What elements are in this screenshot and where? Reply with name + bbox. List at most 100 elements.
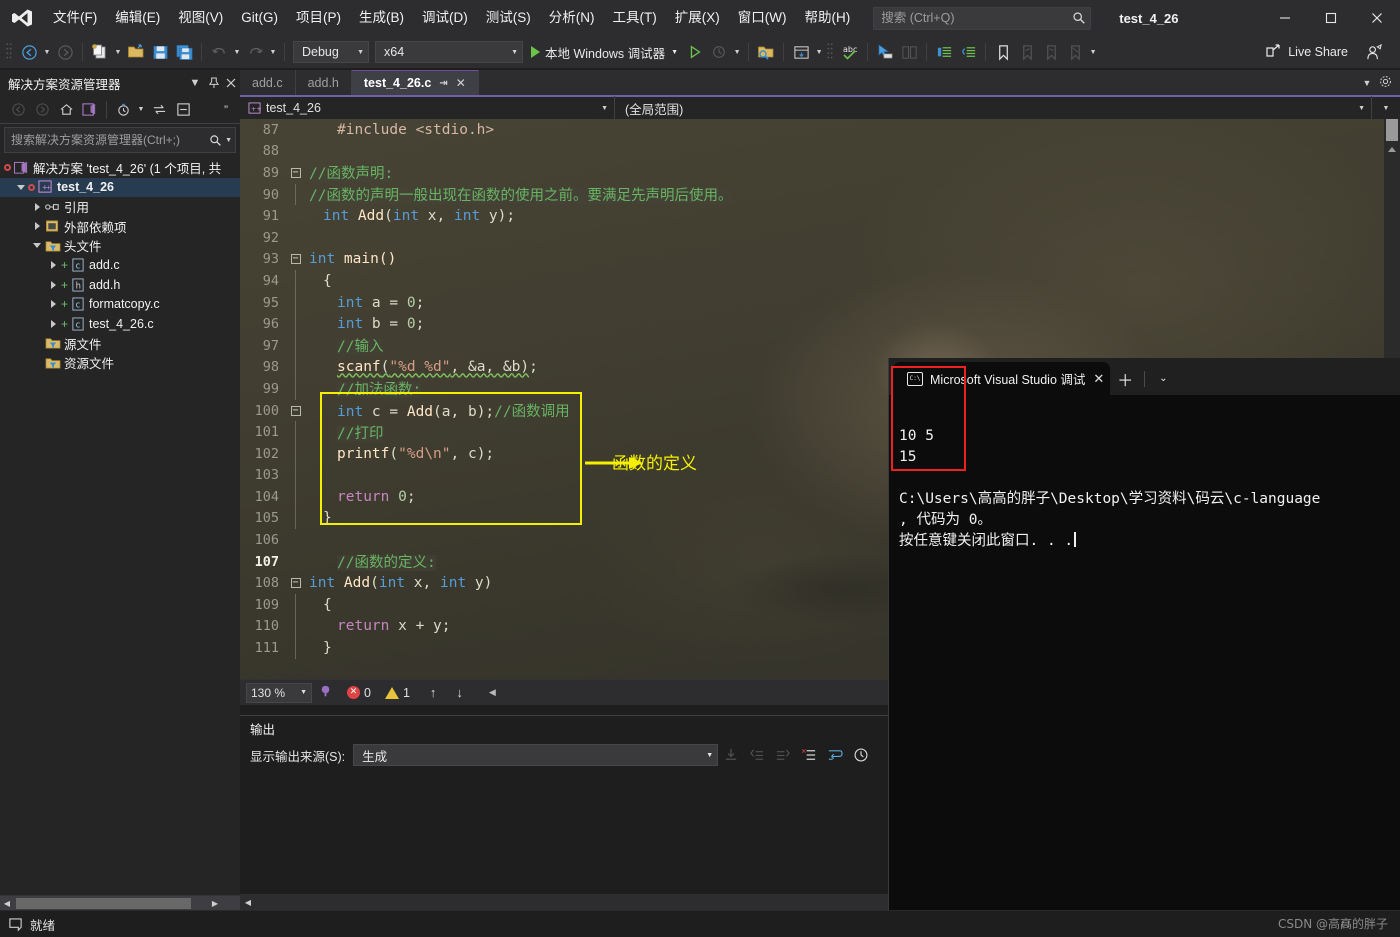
fold-collapse-icon[interactable]: −: [288, 405, 303, 416]
code-line[interactable]: 92: [240, 227, 1400, 249]
menu-project[interactable]: 项目(P): [287, 0, 350, 36]
fold-collapse-icon[interactable]: −: [288, 254, 303, 265]
tree-item-references[interactable]: 引用: [0, 197, 240, 217]
code-line[interactable]: 95 int a = 0;: [240, 291, 1400, 314]
expander-collapsed-icon[interactable]: [46, 280, 60, 289]
save-icon[interactable]: [148, 40, 172, 64]
code-line[interactable]: 97 //输入: [240, 334, 1400, 357]
solution-configuration-combo[interactable]: Debug ▼: [293, 41, 369, 63]
zoom-selector[interactable]: 130 % ▼: [246, 682, 312, 703]
menu-help[interactable]: 帮助(H): [795, 0, 859, 36]
intellisense-icon[interactable]: [318, 684, 333, 702]
tree-item-external-dependencies[interactable]: 外部依赖项: [0, 217, 240, 237]
menu-tools[interactable]: 工具(T): [604, 0, 666, 36]
code-line[interactable]: 87 #include <stdio.h>: [240, 119, 1400, 141]
word-wrap-icon[interactable]: [822, 743, 848, 767]
new-item-dropdown-icon[interactable]: ▼: [112, 40, 124, 64]
scrollbar-thumb[interactable]: [16, 897, 191, 909]
tab-list-dropdown-icon[interactable]: ▼: [1358, 78, 1376, 88]
navbar-project-selector[interactable]: ++ test_4_26 ▼: [240, 96, 615, 120]
output-source-combo[interactable]: 生成 ▼: [353, 744, 719, 766]
clear-all-icon[interactable]: ✕: [796, 743, 822, 767]
navbar-overflow-icon[interactable]: ▼: [1372, 105, 1400, 112]
console-output[interactable]: 10 5 15 C:\Users\高高的胖子\Desktop\学习资料\码云\c…: [889, 395, 1400, 910]
menu-extensions[interactable]: 扩展(X): [666, 0, 729, 36]
code-line[interactable]: 94 {: [240, 270, 1400, 292]
attach-dropdown-icon[interactable]: ▼: [731, 40, 743, 64]
code-line[interactable]: 88: [240, 141, 1400, 163]
collapse-all-icon[interactable]: [171, 99, 195, 121]
error-count-group[interactable]: ✕ 0: [347, 686, 371, 700]
redo-icon[interactable]: [243, 40, 267, 64]
navigate-back-dropdown-icon[interactable]: ▼: [41, 40, 53, 64]
send-feedback-icon[interactable]: [1362, 40, 1386, 64]
solution-search-box[interactable]: ▼: [4, 127, 236, 153]
editor-tab-test-4-26-c[interactable]: test_4_26.c ⇥ ✕: [351, 70, 479, 95]
chevron-down-icon[interactable]: ⌄: [1149, 362, 1177, 395]
save-all-icon[interactable]: [172, 40, 196, 64]
pin-icon[interactable]: [204, 73, 222, 93]
open-file-icon[interactable]: [124, 40, 148, 64]
menu-file[interactable]: 文件(F): [44, 0, 106, 36]
navbar-scope-selector[interactable]: (全局范围) ▼: [615, 96, 1372, 120]
goto-message-icon[interactable]: [718, 743, 744, 767]
toolbar-grip[interactable]: [825, 42, 835, 62]
compare-icon[interactable]: [897, 40, 921, 64]
spell-check-icon[interactable]: abc: [838, 40, 862, 64]
overflow-icon[interactable]: ”: [214, 99, 238, 121]
folder-search-icon[interactable]: [754, 40, 778, 64]
arrow-left-icon[interactable]: ◀: [489, 687, 496, 698]
chevron-down-icon[interactable]: ▼: [135, 98, 147, 122]
navigate-forward-icon[interactable]: [53, 40, 77, 64]
undo-dropdown-icon[interactable]: ▼: [231, 40, 243, 64]
scroll-right-icon[interactable]: ▶: [208, 899, 222, 908]
code-line[interactable]: 93− int main(): [240, 249, 1400, 271]
toggle-timestamp-icon[interactable]: [848, 743, 874, 767]
tab-settings-icon[interactable]: [1376, 75, 1394, 90]
fold-collapse-icon[interactable]: −: [288, 578, 303, 589]
close-icon[interactable]: ✕: [1093, 371, 1104, 387]
expander-collapsed-icon[interactable]: [46, 300, 60, 309]
solution-explorer-hscrollbar[interactable]: ◀ ▶: [0, 895, 240, 910]
arrow-down-icon[interactable]: ↓: [456, 685, 463, 700]
scrollbar-thumb[interactable]: [1386, 119, 1398, 141]
tree-item-source-files[interactable]: 源文件: [0, 334, 240, 354]
redo-dropdown-icon[interactable]: ▼: [267, 40, 279, 64]
editor-tab-add-c[interactable]: add.c: [240, 70, 296, 95]
code-line[interactable]: 91 int Add(int x, int y);: [240, 205, 1400, 227]
expander-expanded-icon[interactable]: [14, 184, 28, 190]
home-icon[interactable]: [54, 99, 78, 121]
menu-view[interactable]: 视图(V): [169, 0, 232, 36]
window-layout-icon[interactable]: [789, 40, 813, 64]
window-layout-dropdown-icon[interactable]: ▼: [813, 40, 825, 64]
tree-item-add-h[interactable]: + h add.h: [0, 275, 240, 295]
bookmark-prev-icon[interactable]: [1015, 40, 1039, 64]
tree-item-formatcopy-c[interactable]: + c formatcopy.c: [0, 295, 240, 315]
code-line[interactable]: 90 //函数的声明一般出现在函数的使用之前。要满足先声明后使用。: [240, 183, 1400, 206]
menu-build[interactable]: 生成(B): [350, 0, 413, 36]
expander-collapsed-icon[interactable]: [30, 222, 44, 231]
toolbar-overflow-icon[interactable]: ▼: [1087, 40, 1099, 64]
tree-item-resource-files[interactable]: 资源文件: [0, 353, 240, 373]
scroll-up-icon[interactable]: [1388, 147, 1396, 152]
forward-icon[interactable]: [30, 99, 54, 121]
console-tab[interactable]: C:\ Microsoft Visual Studio 调试 ✕: [893, 362, 1111, 395]
indent-icon[interactable]: [932, 40, 956, 64]
back-icon[interactable]: [6, 99, 30, 121]
outdent-icon[interactable]: [956, 40, 980, 64]
tree-item-test-4-26-c[interactable]: + c test_4_26.c: [0, 314, 240, 334]
expander-collapsed-icon[interactable]: [30, 202, 44, 211]
close-icon[interactable]: ✕: [456, 76, 466, 90]
menu-test[interactable]: 测试(S): [477, 0, 540, 36]
warning-count-group[interactable]: 1: [384, 686, 410, 700]
tree-item-solution[interactable]: 解决方案 'test_4_26' (1 个项目, 共: [0, 158, 240, 178]
menu-analyze[interactable]: 分析(N): [540, 0, 604, 36]
pin-icon[interactable]: ⇥: [439, 78, 447, 89]
bookmark-next-icon[interactable]: [1039, 40, 1063, 64]
new-tab-icon[interactable]: ＋: [1110, 362, 1140, 395]
debug-console-window[interactable]: C:\ Microsoft Visual Studio 调试 ✕ ＋ ⌄ 10 …: [888, 358, 1400, 910]
prev-message-icon[interactable]: [744, 743, 770, 767]
start-without-debugging-icon[interactable]: [683, 40, 707, 64]
maximize-button[interactable]: [1308, 0, 1354, 36]
next-message-icon[interactable]: [770, 743, 796, 767]
